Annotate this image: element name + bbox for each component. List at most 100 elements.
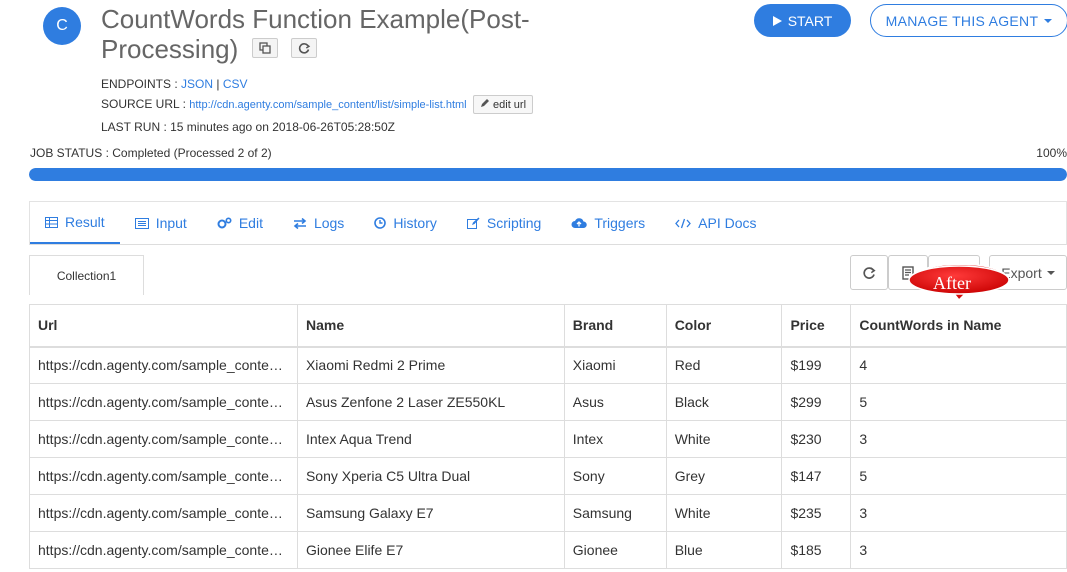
copy-icon: [258, 42, 271, 54]
name-cell: Intex Aqua Trend: [296, 420, 565, 458]
job-status: JOB STATUS : Completed (Processed 2 of 2…: [30, 146, 272, 160]
play-icon: [772, 15, 782, 26]
gears-icon: [217, 217, 232, 229]
table-row: https://cdn.agenty.com/sample_conte… Inte…: [29, 420, 1067, 458]
source-url-label: SOURCE URL :: [101, 97, 186, 111]
price-cell: $299: [781, 383, 852, 421]
tab-scripting[interactable]: Scripting: [452, 202, 556, 244]
agent-avatar: C: [43, 7, 81, 45]
url-cell: https://cdn.agenty.com/sample_conte…: [29, 420, 298, 458]
manage-agent-button[interactable]: MANAGE THIS AGENT: [870, 4, 1067, 37]
code-icon: [675, 218, 692, 228]
brand-cell: Xiaomi: [563, 346, 667, 384]
refresh-icon: [298, 43, 310, 54]
page-title: CountWords Function Example(Post-Process…: [101, 4, 561, 64]
edit-icon: [466, 217, 480, 229]
tab-input[interactable]: Input: [120, 202, 202, 244]
price-cell: $185: [781, 531, 852, 569]
url-cell: https://cdn.agenty.com/sample_conte…: [29, 531, 298, 569]
clock-icon: [374, 217, 387, 229]
color-cell: White: [665, 494, 783, 532]
endpoint-separator: |: [216, 77, 220, 91]
countwords-cell: 4: [850, 346, 1067, 384]
brand-cell: Gionee: [563, 531, 667, 569]
name-cell: Xiaomi Redmi 2 Prime: [296, 346, 565, 384]
color-cell: Blue: [665, 531, 783, 569]
table-header-row: Url Name Brand Color Price CountWords in…: [29, 304, 1067, 348]
refresh-results-button[interactable]: [850, 255, 888, 290]
tab-label: History: [393, 215, 437, 231]
tab-label: Triggers: [594, 215, 646, 231]
price-cell: $235: [781, 494, 852, 532]
edit-url-button[interactable]: edit url: [472, 95, 534, 114]
main-tabs: Result Input Edit Logs History Scripting…: [29, 201, 1067, 245]
edit-url-label: edit url: [493, 99, 527, 111]
tab-label: Result: [65, 214, 105, 230]
exchange-icon: [293, 217, 307, 229]
name-cell: Gionee Elife E7: [296, 531, 565, 569]
url-cell: https://cdn.agenty.com/sample_conte…: [29, 346, 298, 384]
color-cell: Grey: [665, 457, 783, 495]
price-cell: $230: [781, 420, 852, 458]
endpoints-label: ENDPOINTS :: [101, 77, 178, 91]
color-cell: Red: [665, 346, 783, 384]
countwords-cell: 3: [850, 531, 1067, 569]
endpoints-row: ENDPOINTS : JSON | CSV: [101, 77, 248, 91]
price-cell: $147: [781, 457, 852, 495]
tab-label: API Docs: [698, 215, 757, 231]
brand-cell: Samsung: [563, 494, 667, 532]
table-row: https://cdn.agenty.com/sample_conte… Sony…: [29, 457, 1067, 495]
tab-label: Scripting: [486, 215, 542, 231]
price-cell: $199: [781, 346, 852, 384]
column-header-price[interactable]: Price: [781, 304, 852, 348]
tab-api-docs[interactable]: API Docs: [660, 202, 771, 244]
refresh-title-button[interactable]: [290, 38, 317, 59]
name-cell: Asus Zenfone 2 Laser ZE550KL: [296, 383, 565, 421]
table-row: https://cdn.agenty.com/sample_conte… Asus…: [29, 383, 1067, 421]
countwords-cell: 3: [850, 420, 1067, 458]
tab-label: Input: [155, 215, 187, 231]
tab-logs[interactable]: Logs: [278, 202, 359, 244]
cloud-upload-icon: [571, 218, 588, 228]
caret-down-icon: [1046, 270, 1055, 275]
tab-history[interactable]: History: [359, 202, 452, 244]
refresh-icon: [863, 266, 876, 279]
url-cell: https://cdn.agenty.com/sample_conte…: [29, 383, 298, 421]
progress-bar: [29, 168, 1067, 181]
start-label: START: [787, 12, 833, 29]
column-header-countwords[interactable]: CountWords in Name: [850, 304, 1067, 348]
list-icon: [134, 217, 149, 229]
url-cell: https://cdn.agenty.com/sample_conte…: [29, 457, 298, 495]
job-percent: 100%: [1036, 146, 1067, 160]
after-callout-text: After: [933, 273, 971, 293]
tab-label: Logs: [313, 215, 345, 231]
table-icon: [45, 216, 58, 228]
tab-triggers[interactable]: Triggers: [556, 202, 660, 244]
countwords-cell: 5: [850, 457, 1067, 495]
color-cell: Black: [665, 383, 783, 421]
name-cell: Samsung Galaxy E7: [296, 494, 565, 532]
last-run: LAST RUN : 15 minutes ago on 2018-06-26T…: [101, 120, 395, 134]
collection-tab[interactable]: Collection1: [29, 255, 144, 295]
source-url-link[interactable]: http://cdn.agenty.com/sample_content/lis…: [189, 99, 466, 111]
column-header-url[interactable]: Url: [29, 304, 298, 348]
source-url-row: SOURCE URL : http://cdn.agenty.com/sampl…: [101, 95, 534, 114]
json-endpoint-link[interactable]: JSON: [181, 77, 213, 91]
pencil-icon: [480, 99, 489, 107]
tab-label: Edit: [238, 215, 263, 231]
table-row: https://cdn.agenty.com/sample_conte… Sams…: [29, 494, 1067, 532]
column-header-brand[interactable]: Brand: [563, 304, 667, 348]
csv-endpoint-link[interactable]: CSV: [223, 77, 248, 91]
tab-result[interactable]: Result: [30, 202, 120, 244]
copy-button[interactable]: [251, 38, 278, 59]
name-cell: Sony Xperia C5 Ultra Dual: [296, 457, 565, 495]
table-row: https://cdn.agenty.com/sample_conte… Gion…: [29, 531, 1067, 569]
column-header-color[interactable]: Color: [665, 304, 783, 348]
brand-cell: Sony: [563, 457, 667, 495]
countwords-cell: 5: [850, 383, 1067, 421]
column-header-name[interactable]: Name: [296, 304, 565, 348]
start-button[interactable]: START: [754, 4, 851, 37]
color-cell: White: [665, 420, 783, 458]
tab-edit[interactable]: Edit: [202, 202, 278, 244]
results-table: Url Name Brand Color Price CountWords in…: [29, 304, 1067, 569]
